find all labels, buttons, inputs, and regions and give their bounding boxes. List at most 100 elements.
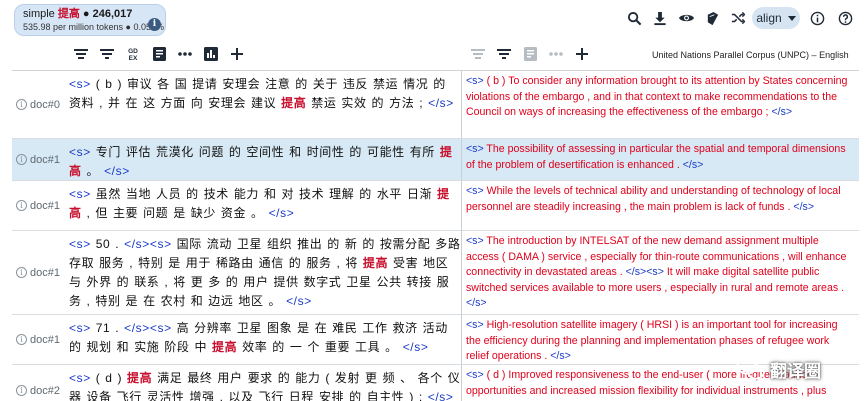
sentence-tag: <s> xyxy=(69,321,91,335)
sentence-tag: <s> xyxy=(69,187,91,201)
doc-cell[interactable]: i doc#1 xyxy=(12,181,68,230)
sentence-text: While the levels of technical ability an… xyxy=(466,185,841,213)
sentence-tag: <s> xyxy=(466,319,484,331)
keyword-highlight: 提高 xyxy=(212,340,238,354)
sentence-tag: </s><s> xyxy=(124,237,172,251)
concordance-table: i doc#0 <s> ( b ) 审议 各 国 提请 安理会 注意 的 关于 违… xyxy=(12,70,859,401)
svg-text:EX: EX xyxy=(129,55,138,62)
sentence-text: 。 xyxy=(81,164,105,178)
source-sentence[interactable]: <s> ( d ) 提高 满足 最终 用户 要求 的 能力 ( 发射 更 频 、… xyxy=(69,365,461,401)
sentence-text: The possibility of assessing in particul… xyxy=(466,143,846,171)
table-row[interactable]: i doc#1 <s> 50 . </s><s> 国际 流动 卫星 组织 推出 的… xyxy=(12,231,859,315)
sentence-tag: </s><s> xyxy=(124,321,172,335)
sentence-tag: <s> xyxy=(466,235,484,247)
table-row[interactable]: i doc#1 <s> 虽然 当地 人员 的 技术 能力 和 对 技术 理解 的 … xyxy=(12,181,859,231)
info-circle-icon[interactable]: i xyxy=(16,267,27,278)
doc-label: doc#2 xyxy=(30,384,60,397)
query-stats: 535.98 per million tokens ● 0.054% xyxy=(23,22,165,32)
info-circle-icon[interactable]: i xyxy=(16,385,27,396)
sentence-tag: </s> xyxy=(466,297,487,310)
sentence-tag: </s><s> xyxy=(625,266,664,279)
column-divider xyxy=(461,315,462,364)
info-circle-icon[interactable]: i xyxy=(16,154,27,165)
target-sentence[interactable]: <s> The introduction by INTELSAT of the … xyxy=(464,231,854,314)
sentence-tag: </s> xyxy=(550,350,571,363)
source-sentence[interactable]: <s> 虽然 当地 人员 的 技术 能力 和 对 技术 理解 的 水平 日渐 提… xyxy=(69,181,461,230)
doc-label: doc#0 xyxy=(30,98,60,111)
search-icon[interactable] xyxy=(625,9,643,27)
doc-label: doc#1 xyxy=(30,266,60,279)
watermark: 翻译圈 xyxy=(736,352,852,386)
source-sentence[interactable]: <s> 专门 评估 荒漠化 问题 的 空间性 和 时间性 的 可能性 有所 提高… xyxy=(69,139,461,180)
column-divider xyxy=(461,71,462,138)
doc-cell[interactable]: i doc#1 xyxy=(12,315,68,364)
eye-icon[interactable] xyxy=(677,9,695,27)
info-icon[interactable] xyxy=(808,9,826,27)
sentence-tag: </s> xyxy=(402,340,429,354)
query-text: simple 提高 ● 246,017 xyxy=(23,8,133,20)
sentence-tag: </s> xyxy=(793,200,815,213)
table-row[interactable]: i doc#2 <s> ( d ) 提高 满足 最终 用户 要求 的 能力 ( 发… xyxy=(12,365,859,401)
filter-icon[interactable] xyxy=(98,45,116,63)
target-sentence[interactable]: <s> ( b ) To consider any information br… xyxy=(464,71,854,138)
more-icon[interactable] xyxy=(176,45,194,63)
doc-cell[interactable]: i doc#2 xyxy=(12,365,68,401)
sentence-tag: <s> xyxy=(466,143,484,155)
add-icon-parallel[interactable] xyxy=(573,45,591,63)
sentence-tag: <s> xyxy=(466,369,484,381)
sentence-tag: </s> xyxy=(268,206,295,220)
sentence-tag: <s> xyxy=(466,75,484,87)
table-row[interactable]: i doc#0 <s> ( b ) 审议 各 国 提请 安理会 注意 的 关于 违… xyxy=(12,71,859,139)
more-icon-parallel xyxy=(547,45,565,63)
source-sentence[interactable]: <s> ( b ) 审议 各 国 提请 安理会 注意 的 关于 违反 禁运 情况… xyxy=(69,71,461,138)
filter-icon-parallel[interactable] xyxy=(495,45,513,63)
info-circle-icon[interactable]: i xyxy=(16,334,27,345)
document-icon[interactable] xyxy=(150,45,168,63)
sentence-tag: <s> xyxy=(69,77,91,91)
sentence-tag: </s> xyxy=(104,164,130,178)
caret-down-icon xyxy=(787,15,796,21)
doc-cell[interactable]: i doc#0 xyxy=(12,71,68,138)
align-dropdown[interactable]: align xyxy=(752,7,800,29)
sentence-text: 虽然 当地 人员 的 技术 能力 和 对 技术 理解 的 水平 日渐 xyxy=(90,187,438,201)
sentence-text: 禁运 实效 的 方法 ; xyxy=(306,96,429,110)
sort-icon-parallel xyxy=(469,45,487,63)
sort-icon[interactable] xyxy=(72,45,90,63)
doc-cell[interactable]: i doc#1 xyxy=(12,231,68,314)
column-divider xyxy=(461,181,462,230)
doc-label: doc#1 xyxy=(30,153,60,166)
info-circle-icon[interactable]: i xyxy=(16,200,27,211)
source-sentence[interactable]: <s> 50 . </s><s> 国际 流动 卫星 组织 推出 的 新 的 按需… xyxy=(69,231,461,314)
target-sentence[interactable]: <s> While the levels of technical abilit… xyxy=(464,181,854,230)
top-bar: simple 提高 ● 246,017 535.98 per million t… xyxy=(0,0,865,38)
target-sentence[interactable]: <s> The possibility of assessing in part… xyxy=(464,139,854,180)
help-icon[interactable] xyxy=(836,9,854,27)
sentence-tag: </s> xyxy=(286,294,312,308)
chat-bubbles-logo-icon xyxy=(736,357,765,380)
add-icon[interactable] xyxy=(228,45,246,63)
info-circle-icon[interactable]: i xyxy=(16,99,27,110)
table-row-selected[interactable]: i doc#1 <s> 专门 评估 荒漠化 问题 的 空间性 和 时间性 的 可能… xyxy=(12,139,859,181)
doc-cell[interactable]: i doc#1 xyxy=(12,139,68,180)
query-summary[interactable]: simple 提高 ● 246,017 535.98 per million t… xyxy=(14,4,166,36)
download-icon[interactable] xyxy=(651,9,669,27)
doc-label: doc#1 xyxy=(30,199,60,212)
source-sentence[interactable]: <s> 71 . </s><s> 高 分辨率 卫星 图象 是 在 难民 工作 救… xyxy=(69,315,461,364)
gdex-icon[interactable]: GD EX xyxy=(124,45,142,63)
query-info-icon[interactable]: i xyxy=(148,18,161,31)
sentence-text: 效率 的 一 个 重要 工具 。 xyxy=(237,340,403,354)
shuffle-icon-glyph[interactable] xyxy=(729,9,747,27)
table-row[interactable]: i doc#1 <s> 71 . </s><s> 高 分辨率 卫星 图象 是 在 … xyxy=(12,315,859,365)
sentence-tag: </s> xyxy=(682,158,704,171)
sentence-tag: <s> xyxy=(466,185,484,197)
doc-label: doc#1 xyxy=(30,333,60,346)
column-divider xyxy=(461,139,462,180)
dictionary-icon[interactable] xyxy=(703,9,721,27)
frequency-chart-icon[interactable] xyxy=(202,45,220,63)
align-label: align xyxy=(756,11,782,25)
sentence-text: 71 . xyxy=(90,321,125,335)
document-icon-parallel xyxy=(521,45,539,63)
sentence-text: , 但 主要 问题 是 缺少 资金 。 xyxy=(81,206,269,220)
column-toolbar: GD EX United Nations Parallel Corpus (UNP… xyxy=(0,40,865,68)
sentence-tag: <s> xyxy=(69,371,91,385)
